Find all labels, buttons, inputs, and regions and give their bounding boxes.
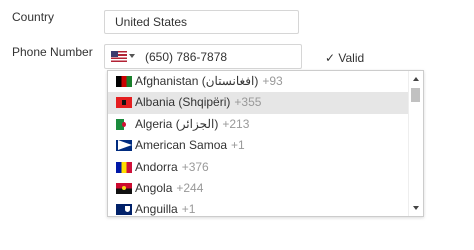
country-option-algeria[interactable]: Algeria (‫الجزائر‬‎) +213 [108,114,410,135]
as-flag-icon [116,140,132,152]
scrollbar-thumb[interactable] [411,88,420,102]
country-name: American Samoa [135,138,228,153]
scroll-down-arrow-icon[interactable] [413,206,419,210]
country-list: Afghanistan (‫افغانستان‬‎) +93 Albania (S… [108,71,410,217]
dial-code: +1 [231,138,245,153]
country-option-afghanistan[interactable]: Afghanistan (‫افغانستان‬‎) +93 [108,71,410,92]
country-code-selector[interactable] [105,45,139,68]
dial-code: +355 [234,95,262,110]
country-label: Country [12,10,55,24]
country-option-american-samoa[interactable]: American Samoa +1 [108,135,410,156]
phone-number-label: Phone Number [12,45,93,59]
phone-number-input[interactable] [145,45,295,68]
country-name: Algeria (‫الجزائر‬‎) [135,116,219,131]
ad-flag-icon [116,161,132,173]
country-option-andorra[interactable]: Andorra +376 [108,157,410,178]
country-option-anguilla[interactable]: Anguilla +1 [108,199,410,217]
us-flag-icon [111,51,127,62]
country-dropdown-list[interactable]: Afghanistan (‫افغانستان‬‎) +93 Albania (S… [107,70,424,217]
dropdown-scrollbar[interactable] [408,71,423,216]
country-option-angola[interactable]: Angola +244 [108,178,410,199]
country-option-albania[interactable]: Albania (Shqipëri) +355 [108,92,410,114]
dial-code: +213 [222,116,250,131]
af-flag-icon [116,76,132,87]
scroll-up-arrow-icon[interactable] [413,77,419,81]
country-name: Anguilla [135,202,178,217]
dial-code: +93 [262,74,283,88]
country-name: Albania (Shqipëri) [135,95,231,110]
country-name: Andorra [135,159,178,174]
country-input[interactable] [104,10,299,34]
country-name: Angola [135,180,173,195]
ao-flag-icon [116,182,132,194]
ai-flag-icon [116,204,132,216]
validation-status: ✓ Valid [325,51,365,65]
country-name: Afghanistan (‫افغانستان‬‎) [135,74,259,88]
al-flag-icon [116,97,132,109]
dial-code: +376 [181,159,209,174]
dz-flag-icon [116,118,132,130]
dropdown-arrow-icon [129,54,135,58]
phone-number-field [104,44,302,69]
dial-code: +244 [176,180,204,195]
dial-code: +1 [181,202,196,217]
